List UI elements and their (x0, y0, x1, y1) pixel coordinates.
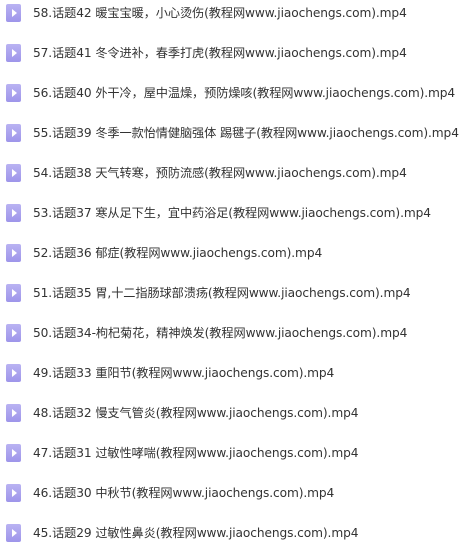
file-row[interactable]: 58.话题42 暖宝宝暖，小心烫伤(教程网www.jiaochengs.com)… (0, 0, 459, 40)
file-name: 47.话题31 过敏性哮喘(教程网www.jiaochengs.com).mp4 (33, 446, 359, 460)
video-file-icon (6, 84, 21, 102)
file-name: 45.话题29 过敏性鼻炎(教程网www.jiaochengs.com).mp4 (33, 526, 359, 540)
file-name: 58.话题42 暖宝宝暖，小心烫伤(教程网www.jiaochengs.com)… (33, 6, 407, 20)
video-file-icon (6, 244, 21, 262)
file-row[interactable]: 47.话题31 过敏性哮喘(教程网www.jiaochengs.com).mp4 (0, 440, 459, 480)
file-row[interactable]: 56.话题40 外干冷，屋中温燥，预防燥咳(教程网www.jiaochengs.… (0, 80, 459, 120)
file-row[interactable]: 51.话题35 胃,十二指肠球部溃疡(教程网www.jiaochengs.com… (0, 280, 459, 320)
file-name: 50.话题34-枸杞菊花，精神焕发(教程网www.jiaochengs.com)… (33, 326, 408, 340)
file-name: 57.话题41 冬令进补，春季打虎(教程网www.jiaochengs.com)… (33, 46, 407, 60)
file-row[interactable]: 52.话题36 郁症(教程网www.jiaochengs.com).mp4 (0, 240, 459, 280)
video-file-icon (6, 4, 21, 22)
video-file-icon (6, 44, 21, 62)
video-file-icon (6, 324, 21, 342)
file-name: 48.话题32 慢支气管炎(教程网www.jiaochengs.com).mp4 (33, 406, 359, 420)
file-row[interactable]: 55.话题39 冬季一款怡情健脑强体 踢毽子(教程网www.jiaochengs… (0, 120, 459, 160)
video-file-icon (6, 204, 21, 222)
file-list: 58.话题42 暖宝宝暖，小心烫伤(教程网www.jiaochengs.com)… (0, 0, 459, 553)
video-file-icon (6, 364, 21, 382)
file-name: 46.话题30 中秋节(教程网www.jiaochengs.com).mp4 (33, 486, 335, 500)
video-file-icon (6, 164, 21, 182)
file-row[interactable]: 50.话题34-枸杞菊花，精神焕发(教程网www.jiaochengs.com)… (0, 320, 459, 360)
file-row[interactable]: 46.话题30 中秋节(教程网www.jiaochengs.com).mp4 (0, 480, 459, 520)
file-row[interactable]: 48.话题32 慢支气管炎(教程网www.jiaochengs.com).mp4 (0, 400, 459, 440)
file-row[interactable]: 49.话题33 重阳节(教程网www.jiaochengs.com).mp4 (0, 360, 459, 400)
video-file-icon (6, 404, 21, 422)
video-file-icon (6, 524, 21, 542)
video-file-icon (6, 124, 21, 142)
video-file-icon (6, 444, 21, 462)
file-name: 52.话题36 郁症(教程网www.jiaochengs.com).mp4 (33, 246, 323, 260)
file-name: 55.话题39 冬季一款怡情健脑强体 踢毽子(教程网www.jiaochengs… (33, 126, 459, 140)
file-row[interactable]: 54.话题38 天气转寒，预防流感(教程网www.jiaochengs.com)… (0, 160, 459, 200)
file-name: 51.话题35 胃,十二指肠球部溃疡(教程网www.jiaochengs.com… (33, 286, 411, 300)
file-name: 49.话题33 重阳节(教程网www.jiaochengs.com).mp4 (33, 366, 335, 380)
file-row[interactable]: 53.话题37 寒从足下生，宜中药浴足(教程网www.jiaochengs.co… (0, 200, 459, 240)
file-name: 54.话题38 天气转寒，预防流感(教程网www.jiaochengs.com)… (33, 166, 407, 180)
file-name: 56.话题40 外干冷，屋中温燥，预防燥咳(教程网www.jiaochengs.… (33, 86, 456, 100)
video-file-icon (6, 484, 21, 502)
file-row[interactable]: 57.话题41 冬令进补，春季打虎(教程网www.jiaochengs.com)… (0, 40, 459, 80)
video-file-icon (6, 284, 21, 302)
file-row[interactable]: 45.话题29 过敏性鼻炎(教程网www.jiaochengs.com).mp4 (0, 520, 459, 560)
file-name: 53.话题37 寒从足下生，宜中药浴足(教程网www.jiaochengs.co… (33, 206, 431, 220)
